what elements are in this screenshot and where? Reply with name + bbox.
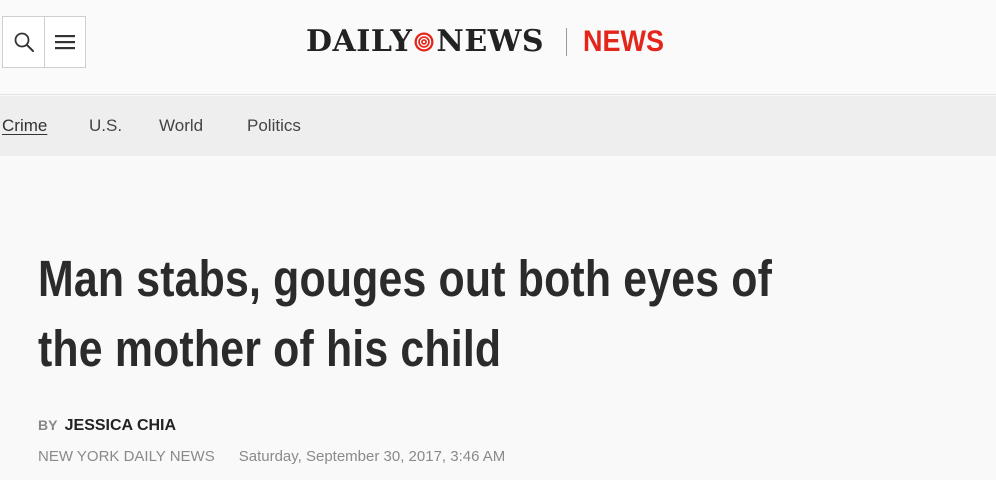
hamburger-menu-icon (55, 35, 75, 50)
menu-button[interactable] (44, 17, 85, 67)
article-source: NEW YORK DAILY NEWS (38, 448, 215, 465)
section-nav: Crime U.S. World Politics (0, 96, 996, 156)
article-headline: Man stabs, gouges out both eyes of the m… (38, 250, 773, 377)
article-meta: NEW YORK DAILY NEWS Saturday, September … (38, 447, 505, 467)
search-icon (14, 32, 34, 52)
daily-news-seal-icon (414, 32, 434, 52)
article-byline: BY JESSICA CHIA (38, 415, 176, 436)
nav-item-world[interactable]: World (159, 115, 203, 137)
logo-word-news: NEWS (436, 24, 545, 59)
nav-item-us[interactable]: U.S. (89, 115, 122, 137)
byline-prefix: BY (38, 417, 58, 433)
nav-item-crime[interactable]: Crime (2, 115, 47, 137)
site-header: DAILY NEWS NEWS (0, 0, 996, 95)
section-title[interactable]: NEWS (583, 24, 664, 60)
header-controls (2, 16, 86, 68)
nav-item-politics[interactable]: Politics (247, 115, 301, 137)
logo-word-daily: DAILY (306, 24, 413, 59)
search-button[interactable] (3, 17, 44, 67)
logo-divider (566, 28, 568, 56)
site-logo[interactable]: DAILY NEWS NEWS (306, 24, 673, 60)
byline-author[interactable]: JESSICA CHIA (65, 417, 176, 434)
article-timestamp: Saturday, September 30, 2017, 3:46 AM (238, 448, 506, 465)
